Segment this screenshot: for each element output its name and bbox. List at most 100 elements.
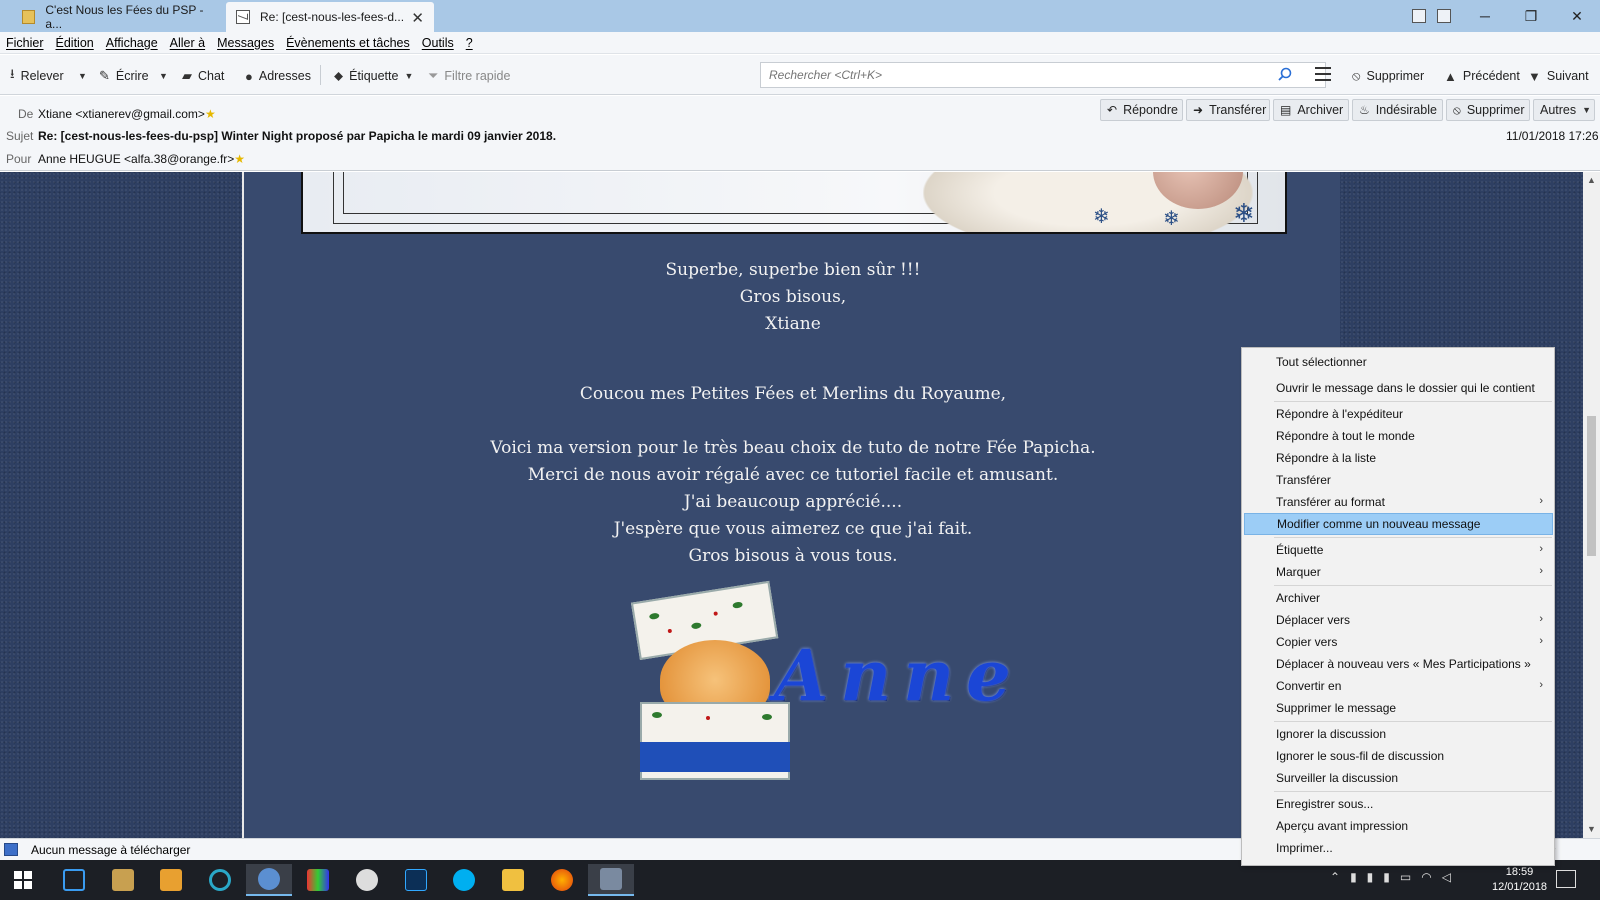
- delete-button[interactable]: ⦸ Supprimer: [1446, 99, 1530, 121]
- notification-center-icon[interactable]: [1556, 870, 1576, 888]
- menu-item-delete-message[interactable]: Supprimer le message: [1244, 697, 1553, 719]
- archive-button[interactable]: ▤ Archiver: [1273, 99, 1349, 121]
- junk-button[interactable]: ♨ Indésirable: [1352, 99, 1443, 121]
- tray-app-icon[interactable]: ▮: [1383, 870, 1390, 884]
- menu-item-label: Ignorer la discussion: [1276, 727, 1387, 741]
- taskbar-app-media[interactable]: [148, 864, 194, 896]
- menu-separator: [1274, 721, 1552, 722]
- menu-item-copy-to[interactable]: Copier vers ›: [1244, 631, 1553, 653]
- tab-fees-du-psp[interactable]: C'est Nous les Fées du PSP - a...: [12, 2, 224, 32]
- menu-help[interactable]: ?: [466, 36, 473, 50]
- previous-button[interactable]: ▲ Précédent: [1444, 66, 1520, 86]
- get-mail-dropdown-icon[interactable]: ▼: [78, 66, 87, 86]
- screenshot-tool-icon: [600, 868, 622, 890]
- reply-button[interactable]: ↶ Répondre: [1100, 99, 1183, 121]
- delete-toolbar-button[interactable]: ⦸ Supprimer: [1352, 66, 1424, 86]
- app-menu-icon[interactable]: [1315, 67, 1331, 81]
- photoshop-icon: [405, 869, 427, 891]
- taskbar-app-skype[interactable]: [441, 864, 487, 896]
- taskbar-app-graphics[interactable]: [295, 864, 341, 896]
- menu-item-move-to[interactable]: Déplacer vers ›: [1244, 609, 1553, 631]
- menu-item-reply-sender[interactable]: Répondre à l'expéditeur: [1244, 403, 1553, 425]
- menu-aller-a[interactable]: Aller à: [170, 36, 205, 50]
- battery-icon[interactable]: ▭: [1400, 870, 1411, 884]
- volume-icon[interactable]: ◁: [1442, 870, 1451, 884]
- restore-button[interactable]: ❐: [1508, 0, 1554, 32]
- taskbar-app-screenshot[interactable]: [588, 864, 634, 896]
- minimize-button[interactable]: ─: [1462, 0, 1508, 32]
- start-button[interactable]: [0, 864, 46, 896]
- chat-button[interactable]: ▰ Chat: [182, 66, 224, 86]
- taskbar-app-tools[interactable]: [100, 864, 146, 896]
- tray-app-icon[interactable]: ▮: [1350, 870, 1357, 884]
- taskbar-app-cortana[interactable]: [197, 864, 243, 896]
- menu-evenements[interactable]: Évènements et tâches: [286, 36, 410, 50]
- menu-outils[interactable]: Outils: [422, 36, 454, 50]
- tag-dropdown-icon: ▼: [404, 71, 414, 81]
- menu-item-forward-as[interactable]: Transférer au format ›: [1244, 491, 1553, 513]
- menu-item-archive[interactable]: Archiver: [1244, 587, 1553, 609]
- taskbar-app-explorer[interactable]: [490, 864, 536, 896]
- other-actions-button[interactable]: Autres ▼: [1533, 99, 1595, 121]
- star-icon[interactable]: ★: [234, 152, 245, 166]
- menu-item-open-in-folder[interactable]: Ouvrir le message dans le dossier qui le…: [1244, 377, 1553, 399]
- calendar-icon[interactable]: [1412, 9, 1426, 23]
- menu-item-print-preview[interactable]: Aperçu avant impression: [1244, 815, 1553, 837]
- taskbar-app-paint[interactable]: [344, 864, 390, 896]
- task-view-icon: [63, 869, 85, 891]
- tag-button[interactable]: ⬥ Étiquette ▼: [334, 66, 413, 86]
- write-dropdown-icon[interactable]: ▼: [159, 66, 168, 86]
- taskbar-app-thunderbird[interactable]: [246, 864, 292, 896]
- taskbar-app-photoshop[interactable]: [393, 864, 439, 896]
- taskbar-app-firefox[interactable]: [539, 864, 585, 896]
- menu-item-label: Déplacer vers: [1276, 613, 1351, 627]
- tray-app-icon[interactable]: ▮: [1367, 870, 1374, 884]
- menu-item-reply-all[interactable]: Répondre à tout le monde: [1244, 425, 1553, 447]
- menu-item-reply-list[interactable]: Répondre à la liste: [1244, 447, 1553, 469]
- close-window-button[interactable]: ✕: [1554, 0, 1600, 32]
- tasks-icon[interactable]: [1437, 9, 1451, 23]
- taskbar-clock[interactable]: 18:59 12/01/2018: [1492, 865, 1547, 895]
- search-icon[interactable]: [1278, 67, 1292, 81]
- quick-filter-button[interactable]: ⏷ Filtre rapide: [428, 66, 510, 86]
- menu-fichier[interactable]: Fichier: [6, 36, 44, 50]
- menu-item-save-as[interactable]: Enregistrer sous...: [1244, 793, 1553, 815]
- next-button[interactable]: ▼ Suivant: [1528, 66, 1589, 86]
- scroll-up-icon[interactable]: ▲: [1583, 172, 1600, 189]
- menu-item-print[interactable]: Imprimer...: [1244, 837, 1553, 859]
- write-button[interactable]: ✎ Écrire: [99, 66, 149, 86]
- close-tab-icon[interactable]: ✕: [411, 9, 424, 27]
- from-value[interactable]: Xtiane <xtianerev@gmail.com>★: [38, 107, 216, 121]
- forward-arrow-icon: ➜: [1193, 103, 1204, 117]
- get-mail-button[interactable]: ⭳ Relever: [10, 66, 64, 86]
- holly-leaf: [648, 612, 660, 620]
- blue-ribbon: [640, 742, 790, 772]
- menu-item-move-again[interactable]: Déplacer à nouveau vers « Mes Participat…: [1244, 653, 1553, 675]
- menu-item-ignore-subthread[interactable]: Ignorer le sous-fil de discussion: [1244, 745, 1553, 767]
- star-icon[interactable]: ★: [205, 107, 216, 121]
- menu-messages[interactable]: Messages: [217, 36, 274, 50]
- quick-filter-label: Filtre rapide: [444, 69, 511, 83]
- menu-item-watch-thread[interactable]: Surveiller la discussion: [1244, 767, 1553, 789]
- wifi-icon[interactable]: ◠: [1421, 870, 1431, 884]
- menu-item-select-all[interactable]: Tout sélectionner: [1244, 351, 1553, 373]
- menu-item-forward[interactable]: Transférer: [1244, 469, 1553, 491]
- chevron-up-icon[interactable]: ⌃: [1330, 870, 1340, 884]
- menu-item-ignore-thread[interactable]: Ignorer la discussion: [1244, 723, 1553, 745]
- prohibited-icon: ⦸: [1352, 68, 1361, 83]
- menu-item-edit-as-new[interactable]: Modifier comme un nouveau message: [1244, 513, 1553, 535]
- scroll-down-icon[interactable]: ▼: [1583, 821, 1600, 838]
- menu-affichage[interactable]: Affichage: [106, 36, 158, 50]
- search-input[interactable]: [760, 62, 1326, 88]
- menu-edition[interactable]: Édition: [56, 36, 94, 50]
- tab-message[interactable]: Re: [cest-nous-les-fees-d... ✕: [226, 2, 434, 32]
- task-view-button[interactable]: [51, 864, 97, 896]
- forward-button[interactable]: ➜ Transférer: [1186, 99, 1270, 121]
- address-book-button[interactable]: ● Adresses: [245, 66, 311, 86]
- scrollbar-thumb[interactable]: [1587, 416, 1596, 556]
- menu-item-mark[interactable]: Marquer ›: [1244, 561, 1553, 583]
- menu-item-tag[interactable]: Étiquette ›: [1244, 539, 1553, 561]
- to-value[interactable]: Anne HEUGUE <alfa.38@orange.fr>★: [38, 152, 245, 166]
- menu-item-convert-to[interactable]: Convertir en ›: [1244, 675, 1553, 697]
- vertical-scrollbar[interactable]: ▲ ▼: [1583, 172, 1600, 838]
